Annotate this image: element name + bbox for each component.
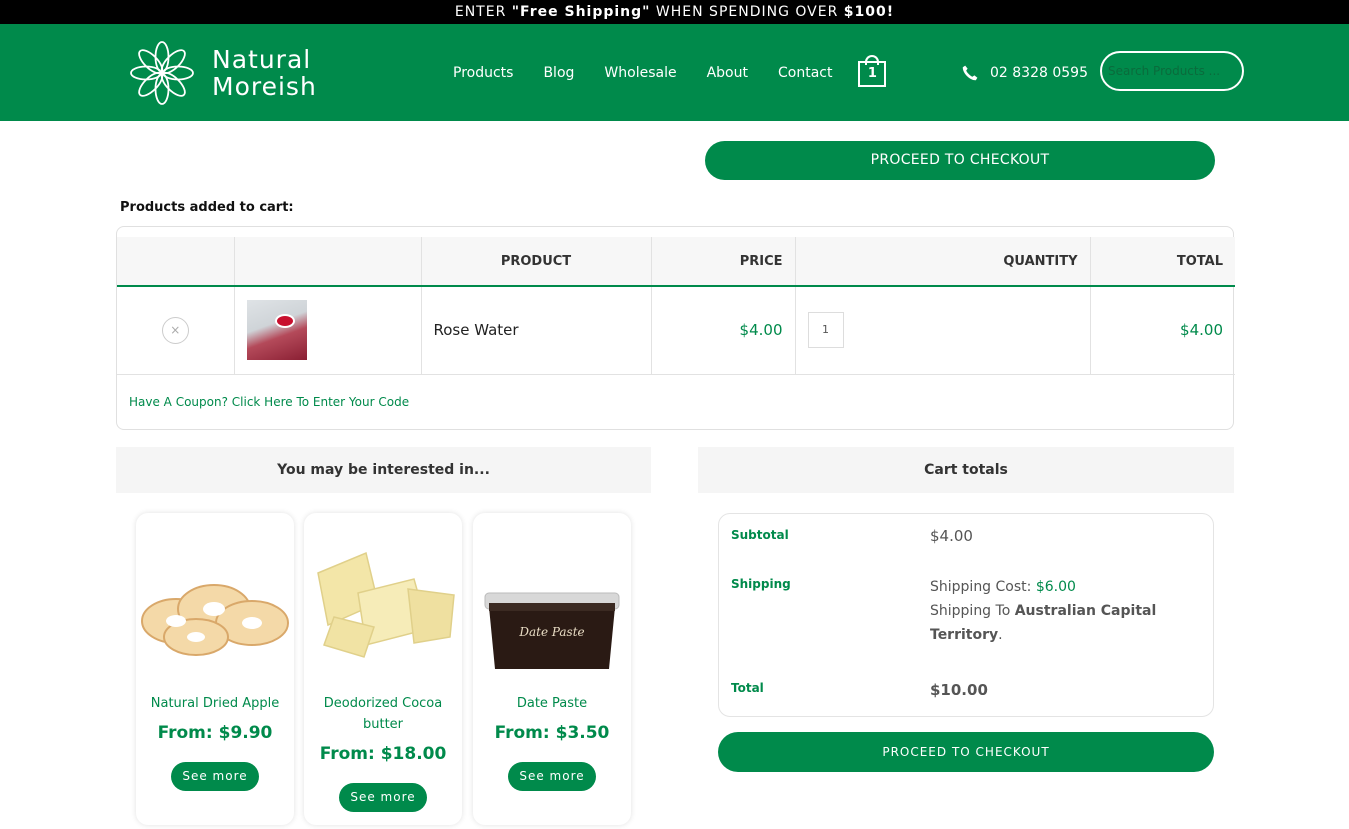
product-card-date-paste[interactable]: Date Paste Date Paste From: $3.50 See mo… [473, 513, 631, 825]
jar-label: Date Paste [519, 625, 585, 639]
proceed-to-checkout-button-bottom[interactable]: PROCEED TO CHECKOUT [718, 732, 1214, 772]
nav-contact[interactable]: Contact [778, 65, 832, 81]
thumbnail-cell [234, 286, 422, 375]
quantity-cell: 1 [795, 286, 1091, 375]
main-nav: Products Blog Wholesale About Contact 1 [453, 24, 887, 121]
total-cell: $4.00 [1090, 286, 1235, 375]
proceed-to-checkout-button-top[interactable]: PROCEED TO CHECKOUT [705, 141, 1215, 180]
see-more-button[interactable]: See more [508, 762, 596, 791]
rose-bowl-shape [274, 314, 295, 329]
product-price: From: $3.50 [494, 723, 610, 743]
nav-products[interactable]: Products [453, 65, 513, 81]
shipping-label: Shipping [731, 577, 791, 591]
col-thumbnail [234, 237, 422, 287]
remove-cell: × [117, 286, 235, 375]
col-product: PRODUCT [421, 237, 652, 287]
total-value: $10.00 [930, 681, 988, 699]
product-name[interactable]: Date Paste [481, 693, 623, 714]
total-label: Total [731, 681, 764, 695]
col-price: PRICE [651, 237, 796, 287]
shipping-to-period: . [998, 627, 1003, 643]
interested-title: You may be interested in... [116, 447, 651, 493]
promo-middle: WHEN SPENDING OVER [650, 4, 844, 20]
shipping-cost-value: $6.00 [1035, 579, 1076, 595]
price-cell: $4.00 [651, 286, 796, 375]
nav-about[interactable]: About [707, 65, 748, 81]
product-name[interactable]: Deodorized Cocoa butter [312, 693, 454, 735]
promo-bar: ENTER "Free Shipping" WHEN SPENDING OVER… [0, 0, 1349, 24]
cart-bag-icon[interactable]: 1 [858, 54, 887, 87]
product-thumbnail[interactable] [246, 300, 307, 361]
col-total: TOTAL [1090, 237, 1235, 287]
cart-table-wrapper: PRODUCT PRICE QUANTITY TOTAL × Rose Wate… [116, 226, 1235, 430]
product-name[interactable]: Natural Dried Apple [144, 693, 286, 714]
phone-contact[interactable]: 02 8328 0595 [962, 24, 1088, 121]
product-price: From: $18.00 [319, 744, 447, 764]
dried-apple-image [141, 584, 289, 656]
nav-wholesale[interactable]: Wholesale [604, 65, 676, 81]
subtotal-label: Subtotal [731, 528, 789, 542]
cart-label: Products added to cart: [120, 200, 294, 215]
coupon-link[interactable]: Have A Coupon? Click Here To Enter Your … [129, 395, 409, 409]
date-paste-jar-image [484, 592, 620, 669]
shipping-details: Shipping Cost: $6.00 Shipping To Austral… [930, 575, 1200, 647]
see-more-button[interactable]: See more [171, 762, 259, 791]
cart-totals-title: Cart totals [698, 447, 1234, 493]
promo-amount: $100! [843, 4, 895, 20]
quantity-input[interactable]: 1 [807, 312, 844, 349]
subtotal-value: $4.00 [930, 527, 973, 545]
logo[interactable]: Natural Moreish [128, 38, 328, 108]
cocoa-butter-image [317, 551, 455, 658]
product-name-cell[interactable]: Rose Water [421, 286, 652, 375]
col-remove [117, 237, 235, 287]
col-quantity: QUANTITY [795, 237, 1091, 287]
cart-totals-box: Subtotal $4.00 Shipping Shipping Cost: $… [718, 513, 1214, 717]
promo-code: "Free Shipping" [511, 4, 651, 20]
shipping-to-line: Shipping To Australian Capital Territory… [930, 599, 1200, 647]
logo-line2: Moreish [212, 72, 317, 101]
shipping-cost-label: Shipping Cost: [930, 579, 1036, 595]
promo-prefix: ENTER [454, 4, 512, 20]
logo-text: Natural Moreish [212, 46, 317, 100]
flower-logo-icon [130, 41, 194, 105]
shipping-cost-line: Shipping Cost: $6.00 [930, 575, 1200, 599]
phone-icon [962, 65, 978, 80]
search-input[interactable] [1102, 53, 1242, 89]
phone-number: 02 8328 0595 [990, 64, 1088, 81]
shipping-to-label: Shipping To [930, 603, 1015, 619]
cart-table: PRODUCT PRICE QUANTITY TOTAL × Rose Wate… [117, 237, 1235, 375]
logo-line1: Natural [212, 45, 312, 74]
table-row: × Rose Water $4.00 1 $4.00 [117, 286, 1235, 375]
site-header: Natural Moreish Products Blog Wholesale … [0, 24, 1349, 121]
nav-blog[interactable]: Blog [543, 65, 574, 81]
cart-table-header: PRODUCT PRICE QUANTITY TOTAL [117, 237, 1235, 287]
remove-item-button[interactable]: × [161, 316, 189, 344]
product-card-dried-apple[interactable]: Natural Dried Apple From: $9.90 See more [136, 513, 294, 825]
product-card-cocoa-butter[interactable]: Deodorized Cocoa butter From: $18.00 See… [304, 513, 462, 825]
cart-count: 1 [867, 65, 877, 81]
product-price: From: $9.90 [157, 723, 273, 743]
search-box [1100, 51, 1244, 91]
see-more-button[interactable]: See more [339, 783, 427, 812]
